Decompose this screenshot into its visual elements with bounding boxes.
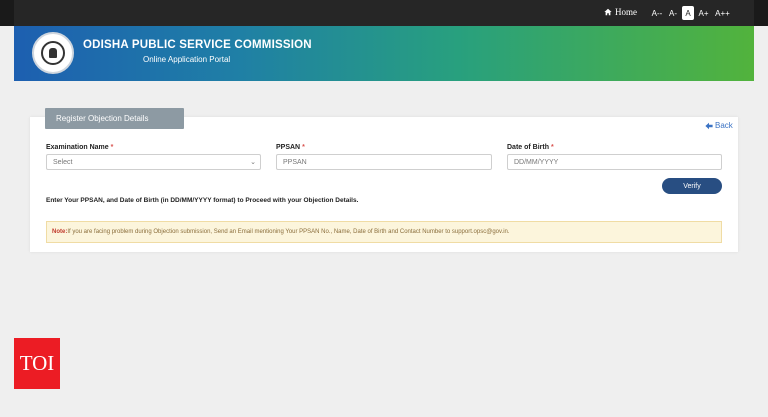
note-prefix: Note: bbox=[52, 229, 68, 235]
emblem-ring bbox=[41, 41, 65, 65]
exam-name-select[interactable]: Select ⌄ bbox=[46, 154, 261, 170]
register-objection-tab[interactable]: Register Objection Details bbox=[45, 108, 184, 129]
home-link[interactable]: Home bbox=[604, 7, 637, 17]
dob-label-text: Date of Birth bbox=[507, 144, 549, 151]
back-link[interactable]: Back bbox=[705, 121, 733, 130]
top-bar: Home A-- A- A A+ A++ bbox=[0, 0, 768, 26]
top-bar-inner bbox=[14, 0, 754, 26]
back-label: Back bbox=[715, 121, 733, 130]
dob-input[interactable]: DD/MM/YYYY bbox=[507, 154, 722, 170]
header-subtitle: Online Application Portal bbox=[143, 55, 231, 64]
font-size-smallest-button[interactable]: A-- bbox=[650, 6, 664, 20]
header-banner: ODISHA PUBLIC SERVICE COMMISSION Online … bbox=[14, 26, 754, 81]
note-alert: Note: If you are facing problem during O… bbox=[46, 221, 722, 243]
chevron-down-icon: ⌄ bbox=[250, 159, 256, 166]
font-size-larger-button[interactable]: A+ bbox=[697, 6, 710, 20]
emblem-lion-capital bbox=[49, 48, 57, 58]
verify-button[interactable]: Verify bbox=[662, 178, 722, 194]
font-size-normal-button[interactable]: A bbox=[682, 6, 694, 20]
note-text: If you are facing problem during Objecti… bbox=[67, 229, 510, 235]
opsc-emblem-logo bbox=[32, 32, 74, 74]
ppsan-label: PPSAN * bbox=[276, 144, 305, 151]
required-mark: * bbox=[110, 144, 114, 151]
required-mark: * bbox=[550, 144, 554, 151]
arrow-left-icon bbox=[705, 122, 713, 129]
font-size-smaller-button[interactable]: A- bbox=[667, 6, 679, 20]
home-icon bbox=[604, 8, 612, 16]
toi-watermark-text: TOI bbox=[19, 351, 55, 375]
exam-name-label-text: Examination Name bbox=[46, 144, 109, 151]
ppsan-input[interactable]: PPSAN bbox=[276, 154, 492, 170]
ppsan-placeholder: PPSAN bbox=[283, 158, 307, 166]
header-title: ODISHA PUBLIC SERVICE COMMISSION bbox=[83, 39, 312, 51]
dob-label: Date of Birth * bbox=[507, 144, 554, 151]
font-size-largest-button[interactable]: A++ bbox=[714, 6, 731, 20]
home-label: Home bbox=[615, 7, 637, 17]
required-mark: * bbox=[302, 144, 305, 151]
dob-placeholder: DD/MM/YYYY bbox=[514, 158, 559, 166]
instruction-text: Enter Your PPSAN, and Date of Birth (in … bbox=[46, 197, 359, 204]
exam-name-value: Select bbox=[53, 158, 73, 166]
toi-watermark-logo: TOI bbox=[14, 338, 60, 389]
exam-name-label: Examination Name * bbox=[46, 144, 113, 151]
ppsan-label-text: PPSAN bbox=[276, 144, 301, 151]
